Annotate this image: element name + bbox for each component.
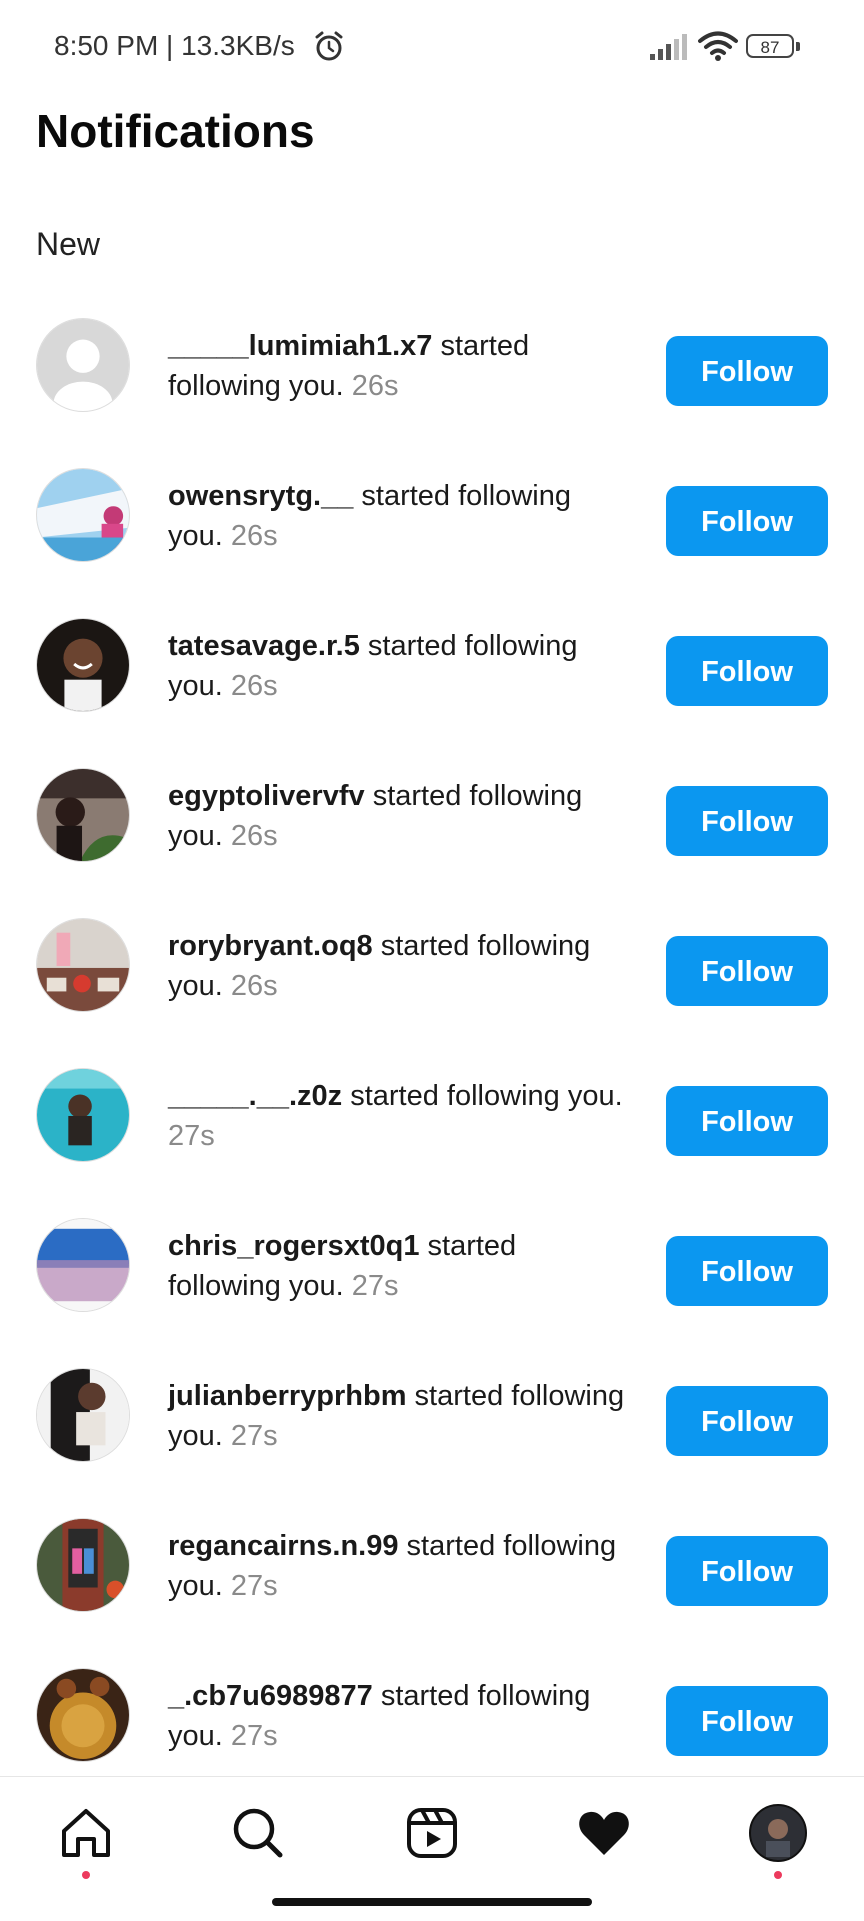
follow-button[interactable]: Follow [666, 936, 828, 1006]
avatar[interactable] [36, 1068, 130, 1162]
follow-button[interactable]: Follow [666, 1236, 828, 1306]
follow-button[interactable]: Follow [666, 1686, 828, 1756]
avatar[interactable] [36, 768, 130, 862]
timestamp: 26s [230, 820, 278, 852]
signal-icon [650, 34, 687, 60]
notification-text: julianberryprhbm started following you. … [168, 1376, 628, 1456]
notification-row[interactable]: chris_rogersxt0q1 started following you.… [0, 1200, 864, 1350]
home-icon [62, 1809, 110, 1857]
notification-text: owensrytg.__ started following you. 26s [168, 476, 628, 556]
avatar[interactable] [36, 318, 130, 412]
reels-icon [407, 1808, 457, 1858]
follow-button[interactable]: Follow [666, 336, 828, 406]
notification-text: regancairns.n.99 started following you. … [168, 1526, 628, 1606]
timestamp: 26s [230, 970, 278, 1002]
activity-tab[interactable] [574, 1803, 634, 1863]
home-tab[interactable] [56, 1803, 116, 1879]
notification-row[interactable]: _____.__.z0z started following you. 27s … [0, 1050, 864, 1200]
username-link[interactable]: egyptolivervfv [168, 780, 365, 812]
notification-text: _____lumimiah1.x7 started following you.… [168, 326, 628, 406]
timestamp: 27s [168, 1120, 215, 1152]
timestamp: 26s [230, 670, 278, 702]
notification-text: _.cb7u6989877 started following you. 27s [168, 1676, 628, 1756]
home-notification-dot [82, 1871, 90, 1879]
notification-row[interactable]: regancairns.n.99 started following you. … [0, 1500, 864, 1650]
notification-row[interactable]: owensrytg.__ started following you. 26s … [0, 450, 864, 600]
notification-row[interactable]: _____lumimiah1.x7 started following you.… [0, 300, 864, 450]
notification-text: egyptolivervfv started following you. 26… [168, 776, 628, 856]
avatar[interactable] [36, 1368, 130, 1462]
battery-indicator: 87 [746, 34, 802, 60]
follow-button[interactable]: Follow [666, 1086, 828, 1156]
profile-tab[interactable] [748, 1803, 808, 1879]
reels-tab[interactable] [402, 1803, 462, 1863]
username-link[interactable]: owensrytg.__ [168, 480, 353, 512]
avatar[interactable] [36, 1218, 130, 1312]
timestamp: 27s [230, 1420, 278, 1452]
wifi-icon [698, 31, 738, 61]
timestamp: 27s [351, 1270, 399, 1302]
avatar[interactable] [36, 1668, 130, 1762]
timestamp: 26s [230, 520, 278, 552]
timestamp: 27s [230, 1720, 278, 1752]
username-link[interactable]: _____lumimiah1.x7 [168, 330, 432, 362]
search-icon [233, 1808, 283, 1858]
username-link[interactable]: _.cb7u6989877 [168, 1680, 373, 1712]
profile-avatar [749, 1804, 807, 1862]
avatar[interactable] [36, 918, 130, 1012]
follow-button[interactable]: Follow [666, 1386, 828, 1456]
notification-text: tatesavage.r.5 started following you. 26… [168, 626, 628, 706]
follow-button[interactable]: Follow [666, 486, 828, 556]
status-bar: 8:50 PM | 13.3KB/s 87 [0, 0, 864, 92]
notification-row[interactable]: rorybryant.oq8 started following you. 26… [0, 900, 864, 1050]
battery-level: 87 [746, 34, 794, 58]
battery-tip [796, 42, 800, 51]
notification-row[interactable]: tatesavage.r.5 started following you. 26… [0, 600, 864, 750]
search-tab[interactable] [228, 1803, 288, 1863]
timestamp: 27s [230, 1570, 278, 1602]
notification-row[interactable]: julianberryprhbm started following you. … [0, 1350, 864, 1500]
avatar[interactable] [36, 618, 130, 712]
alarm-icon [315, 31, 343, 61]
profile-notification-dot [774, 1871, 782, 1879]
heart-icon [579, 1811, 629, 1855]
notification-text: rorybryant.oq8 started following you. 26… [168, 926, 628, 1006]
status-time-speed: 8:50 PM | 13.3KB/s [54, 30, 295, 61]
follow-button[interactable]: Follow [666, 786, 828, 856]
username-link[interactable]: chris_rogersxt0q1 [168, 1230, 419, 1262]
follow-button[interactable]: Follow [666, 636, 828, 706]
notification-row[interactable]: egyptolivervfv started following you. 26… [0, 750, 864, 900]
notification-text: chris_rogersxt0q1 started following you.… [168, 1226, 628, 1306]
notification-action: started following you. [342, 1080, 623, 1112]
section-title-new: New [36, 226, 101, 262]
follow-button[interactable]: Follow [666, 1536, 828, 1606]
username-link[interactable]: _____.__.z0z [168, 1080, 342, 1112]
timestamp: 26s [351, 370, 399, 402]
username-link[interactable]: julianberryprhbm [168, 1380, 407, 1412]
notification-text: _____.__.z0z started following you. 27s [168, 1076, 628, 1156]
avatar[interactable] [36, 1518, 130, 1612]
username-link[interactable]: rorybryant.oq8 [168, 930, 373, 962]
page-title: Notifications [36, 105, 315, 157]
home-indicator[interactable] [272, 1898, 592, 1906]
username-link[interactable]: tatesavage.r.5 [168, 630, 360, 662]
username-link[interactable]: regancairns.n.99 [168, 1530, 399, 1562]
avatar[interactable] [36, 468, 130, 562]
